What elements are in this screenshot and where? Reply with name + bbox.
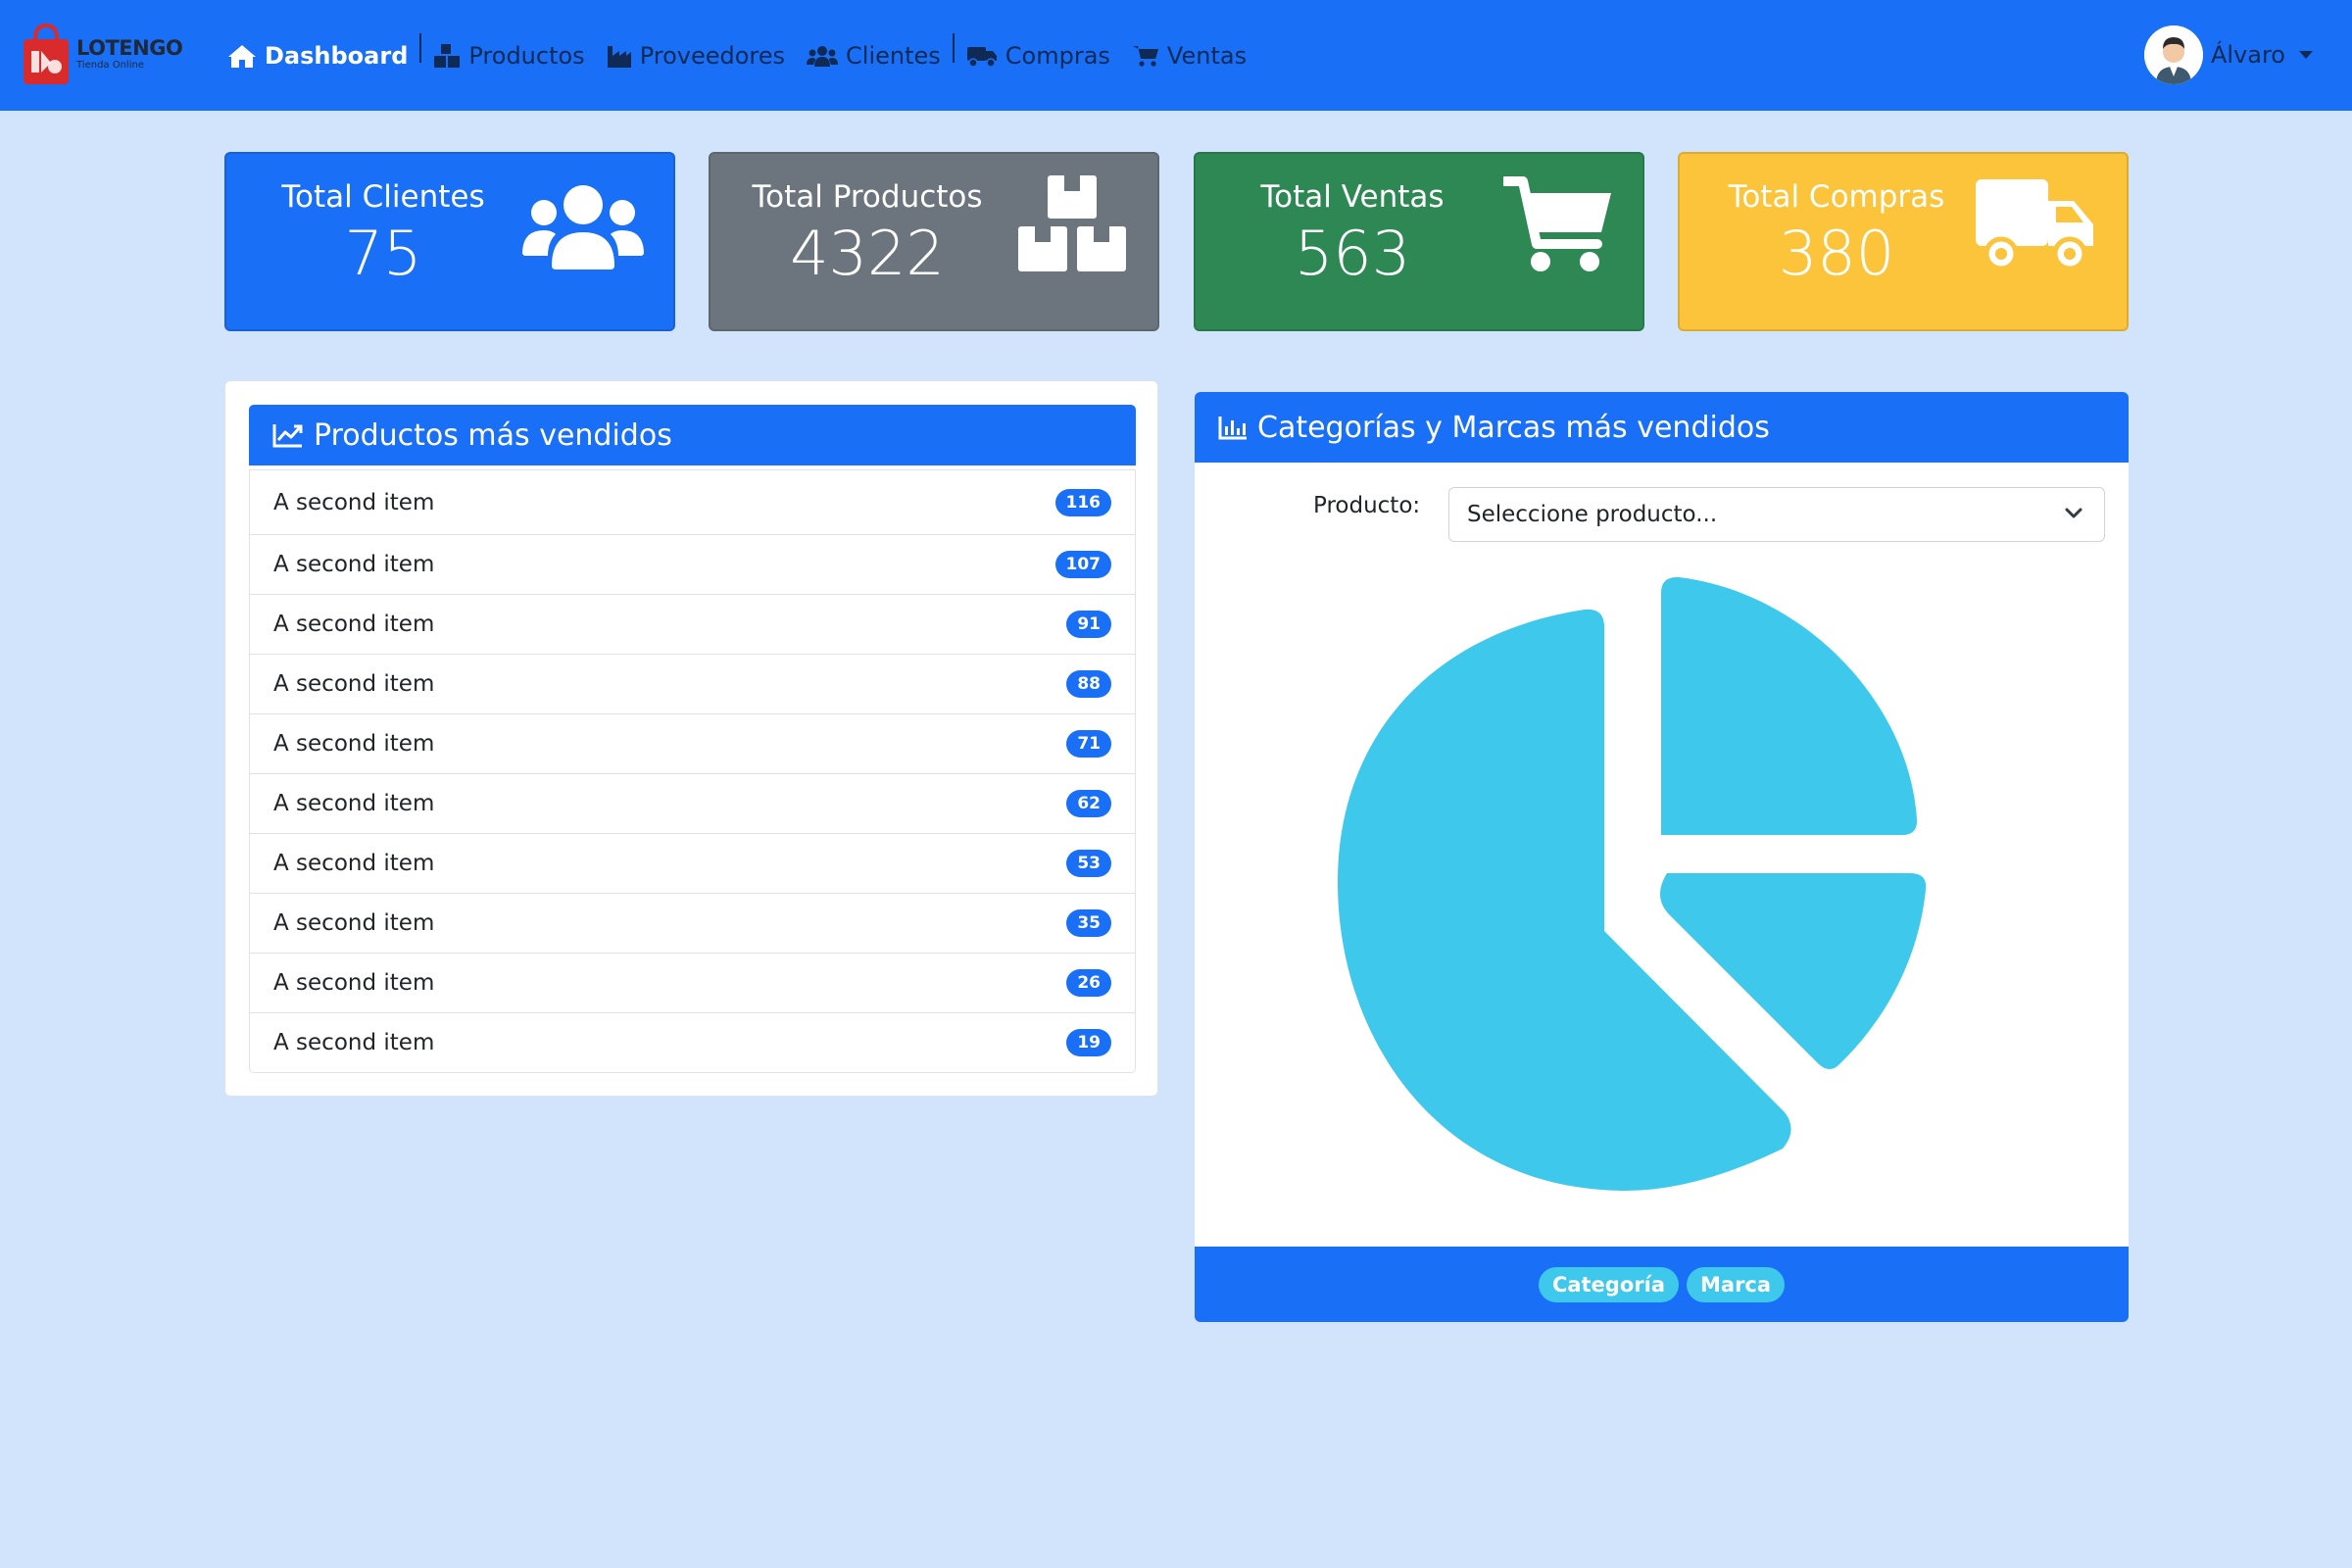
- list-item-label: A second item: [273, 489, 435, 515]
- nav-item-ventas[interactable]: Ventas: [1132, 42, 1247, 70]
- count-badge: 88: [1066, 670, 1111, 698]
- list-item-label: A second item: [273, 791, 435, 816]
- stat-value: 75: [344, 218, 422, 289]
- count-badge: 62: [1066, 790, 1111, 817]
- shopping-bag-icon: [22, 22, 71, 86]
- nav-label-proveedores: Proveedores: [639, 42, 786, 70]
- stat-value: 563: [1294, 218, 1411, 289]
- categories-card: Categorías y Marcas más vendidos Product…: [1195, 392, 2129, 1322]
- stat-title: Total Compras: [1728, 179, 1945, 215]
- list-item-label: A second item: [273, 970, 435, 996]
- categories-footer: Categoría Marca: [1195, 1247, 2129, 1322]
- category-toggle[interactable]: Categoría: [1538, 1266, 1679, 1302]
- count-badge: 26: [1066, 969, 1111, 997]
- industry-icon: [607, 46, 631, 68]
- nav-label-productos: Productos: [468, 42, 585, 70]
- list-item[interactable]: A second item 53: [250, 833, 1135, 893]
- chevron-down-icon: [2065, 508, 2082, 518]
- stat-card-ventas[interactable]: Total Ventas 563: [1194, 152, 1644, 331]
- list-item[interactable]: A second item 19: [250, 1012, 1135, 1072]
- chart-pie-icon: [1338, 549, 1927, 1191]
- stat-value: 380: [1778, 218, 1895, 289]
- top-products-card: Productos más vendidos A second item 116 …: [224, 380, 1158, 1097]
- product-select-value: Seleccione producto...: [1467, 502, 1718, 527]
- list-item[interactable]: A second item 116: [250, 470, 1135, 534]
- stat-card-compras[interactable]: Total Compras 380: [1678, 152, 2129, 331]
- list-item-label: A second item: [273, 851, 435, 876]
- boxes-icon: [434, 44, 461, 68]
- top-products-header: Productos más vendidos: [249, 405, 1136, 466]
- list-item-label: A second item: [273, 612, 435, 637]
- list-item-label: A second item: [273, 552, 435, 577]
- users-icon: [522, 175, 644, 275]
- main-nav: Dashboard Productos Proveedores Clientes…: [227, 33, 1268, 76]
- list-item[interactable]: A second item 26: [250, 953, 1135, 1012]
- brand-toggle[interactable]: Marca: [1687, 1266, 1786, 1302]
- boxes-icon: [1018, 175, 1128, 277]
- stat-value: 4322: [790, 218, 945, 289]
- nav-item-dashboard[interactable]: Dashboard: [227, 42, 408, 70]
- count-badge: 91: [1066, 611, 1111, 638]
- nav-item-productos[interactable]: Productos: [433, 42, 585, 70]
- user-name: Álvaro: [2210, 41, 2285, 69]
- list-item[interactable]: A second item 91: [250, 594, 1135, 654]
- cart-icon: [1132, 46, 1158, 67]
- truck-icon: [966, 47, 997, 68]
- stat-card-productos[interactable]: Total Productos 4322: [709, 152, 1159, 331]
- avatar: [2143, 25, 2203, 84]
- product-field-label: Producto:: [1313, 493, 1421, 518]
- product-select[interactable]: Seleccione producto...: [1448, 487, 2105, 542]
- stat-card-clientes[interactable]: Total Clientes 75: [224, 152, 675, 331]
- nav-divider: [952, 33, 955, 63]
- categories-header: Categorías y Marcas más vendidos: [1195, 392, 2129, 463]
- stat-title: Total Clientes: [281, 179, 485, 215]
- nav-label-clientes: Clientes: [846, 42, 941, 70]
- brand-subtitle: Tienda Online: [76, 59, 144, 71]
- list-item-label: A second item: [273, 1030, 435, 1055]
- top-products-title: Productos más vendidos: [314, 417, 672, 453]
- chevron-down-icon: [2299, 51, 2313, 59]
- list-item-label: A second item: [273, 910, 435, 936]
- nav-item-compras[interactable]: Compras: [966, 42, 1110, 70]
- users-icon: [807, 46, 839, 67]
- bar-chart-icon: [1218, 416, 1247, 440]
- home-icon: [228, 45, 256, 68]
- nav-item-clientes[interactable]: Clientes: [807, 42, 941, 70]
- brand-logo[interactable]: LOTENGO Tienda Online: [22, 22, 183, 86]
- categories-title: Categorías y Marcas más vendidos: [1257, 410, 1770, 445]
- user-menu[interactable]: Álvaro: [2143, 25, 2313, 84]
- list-item[interactable]: A second item 71: [250, 713, 1135, 773]
- top-navbar: LOTENGO Tienda Online Dashboard Producto…: [0, 0, 2352, 111]
- count-badge: 71: [1066, 730, 1111, 758]
- list-item-label: A second item: [273, 731, 435, 757]
- top-products-list: A second item 116 A second item 107 A seco…: [249, 469, 1136, 1073]
- count-badge: 107: [1054, 551, 1111, 578]
- nav-label-dashboard: Dashboard: [265, 42, 409, 70]
- brand-name: LOTENGO: [76, 35, 183, 60]
- list-item[interactable]: A second item 88: [250, 654, 1135, 713]
- nav-label-ventas: Ventas: [1166, 42, 1248, 70]
- chart-line-icon: [272, 424, 303, 448]
- count-badge: 116: [1054, 488, 1111, 516]
- count-badge: 53: [1066, 850, 1111, 877]
- count-badge: 19: [1066, 1029, 1111, 1056]
- truck-icon: [1976, 175, 2097, 277]
- nav-divider: [419, 33, 422, 63]
- list-item[interactable]: A second item 35: [250, 893, 1135, 953]
- stat-title: Total Ventas: [1260, 179, 1445, 215]
- stat-title: Total Productos: [752, 179, 983, 215]
- nav-item-proveedores[interactable]: Proveedores: [607, 42, 785, 70]
- list-item[interactable]: A second item 107: [250, 534, 1135, 594]
- list-item-label: A second item: [273, 671, 435, 697]
- list-item[interactable]: A second item 62: [250, 773, 1135, 833]
- count-badge: 35: [1066, 909, 1111, 937]
- nav-label-compras: Compras: [1004, 42, 1110, 70]
- cart-icon: [1500, 175, 1613, 279]
